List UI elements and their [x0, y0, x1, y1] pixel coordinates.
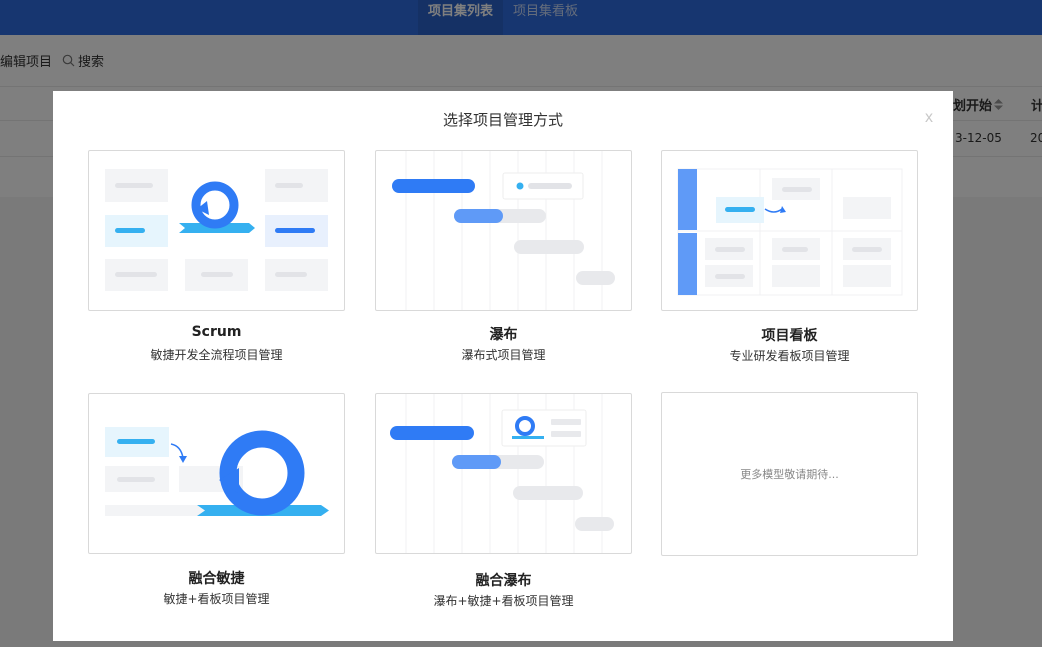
scrum-title: Scrum — [191, 324, 242, 340]
select-management-mode-dialog: 选择项目管理方式 x Scrum 敏捷开发全流程项目管理 瀑布 瀑布式项目管理 … — [53, 91, 953, 641]
waterfall-card[interactable] — [375, 150, 632, 311]
more-models-card: 更多模型敬请期待... — [661, 392, 918, 556]
waterfall-illustration — [392, 151, 615, 310]
dialog-title: 选择项目管理方式 — [442, 111, 563, 129]
waterfall-description: 瀑布式项目管理 — [461, 348, 546, 362]
close-button[interactable]: x — [921, 109, 937, 129]
scrum-illustration — [105, 169, 328, 291]
waterfall-title: 瀑布 — [489, 327, 518, 343]
more-models-text: 更多模型敬请期待... — [740, 468, 839, 481]
hybrid-agile-title: 融合敏捷 — [188, 571, 245, 587]
hybrid-waterfall-card[interactable] — [375, 393, 632, 554]
scrum-description: 敏捷开发全流程项目管理 — [150, 348, 283, 362]
kanban-illustration — [677, 168, 903, 296]
kanban-description: 专业研发看板项目管理 — [729, 349, 850, 363]
hybrid-waterfall-illustration — [390, 394, 614, 553]
hybrid-waterfall-title: 融合瀑布 — [475, 573, 532, 589]
kanban-card[interactable] — [661, 150, 918, 311]
kanban-title: 项目看板 — [761, 328, 818, 344]
hybrid-agile-card[interactable] — [88, 393, 345, 554]
hybrid-agile-illustration — [105, 427, 329, 516]
scrum-card[interactable] — [88, 150, 345, 311]
hybrid-agile-description: 敏捷+看板项目管理 — [163, 592, 270, 606]
hybrid-waterfall-description: 瀑布+敏捷+看板项目管理 — [433, 594, 574, 608]
